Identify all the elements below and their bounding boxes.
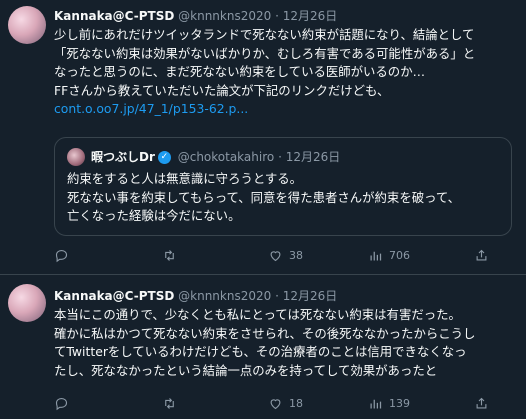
heart-icon [270,399,281,410]
tweet-text-line: てTwitterをしているわけだけども、その治療者のことは信用できなくなっ [54,344,467,359]
avatar[interactable] [8,6,46,44]
quote-text: 約束をすると人は無意識に守ろうとする。 死なない事を約束してもらって、同意を得た… [67,170,460,226]
quote-text-line: 約束をすると人は無意識に守ろうとする。 [67,171,303,186]
action-bar: 38 706 [54,248,520,268]
quote-header: 暇つぶしDr ✓ @chokotakahiro · 12月26日 [91,148,340,165]
like-button[interactable]: 18 [268,396,303,411]
share-button[interactable] [474,396,489,411]
tweet-text-line: なったと思うのに、まだ死なない約束をしている医師がいるのか… [54,64,425,79]
tweet-date[interactable]: 12月26日 [283,289,338,303]
tweet-text-line: FFさんから教えていただいた論文が下記のリンクだけども、 [54,82,390,98]
tweet-text-line: 確かに私はかつて死なない約束をさせられ、その後死ななかったからこうし [54,325,476,341]
tweet-text-line: 「死なない約束は効果がないばかりか、むしろ有害である可能性がある」と [54,45,476,61]
reply-icon [55,397,68,411]
tweet-text-line: 少し前にあれだけツイッタランドで死なない約束が話題になり、結論として [54,27,475,42]
reply-button[interactable] [54,396,75,411]
reply-icon [55,249,68,263]
avatar[interactable] [8,284,46,322]
quote-text-line: 亡くなった経験は今だにない。 [67,208,241,223]
tweet-link[interactable]: cont.o.oo7.jp/47_1/p153-62.p... [54,100,520,119]
view-count: 706 [389,249,410,262]
tweet-text-line: 本当にこの通りで、少なくとも私にとっては死なない約束は有害だった。 [54,307,461,322]
retweet-icon [165,398,174,409]
quoted-tweet[interactable]: 暇つぶしDr ✓ @chokotakahiro · 12月26日 約束をすると人は… [54,137,512,236]
retweet-button[interactable] [162,248,183,263]
separator-dot: · [275,9,279,23]
tweet-text-line: たし、死ななかったという結論一点のみを持ってして効果があったと [54,362,438,378]
views-chart-icon [370,399,382,409]
like-button[interactable]: 38 [268,248,303,263]
separator-dot: · [278,150,282,164]
share-icon [476,249,487,261]
share-button[interactable] [474,248,489,263]
views-button[interactable]: 139 [368,396,410,411]
share-icon [476,397,487,409]
tweet-2[interactable]: Kannaka@C-PTSD @knnnkns2020 · 12月26日 本当に… [0,275,526,419]
author-handle[interactable]: @knnnkns2020 [178,289,271,303]
heart-icon [270,251,281,262]
like-count: 18 [289,397,303,410]
reply-button[interactable] [54,248,75,263]
retweet-icon [165,250,174,261]
views-chart-icon [370,251,382,261]
like-count: 38 [289,249,303,262]
quote-avatar[interactable] [67,148,85,166]
view-count: 139 [389,397,410,410]
retweet-button[interactable] [162,396,183,411]
verified-badge-icon: ✓ [157,151,171,164]
views-button[interactable]: 706 [368,248,410,263]
author-handle[interactable]: @knnnkns2020 [178,9,271,23]
tweet-text: 本当にこの通りで、少なくとも私にとっては死なない約束は有害だった。 確かに私はか… [54,306,520,380]
author-name[interactable]: Kannaka@C-PTSD [54,9,174,23]
tweet-header: Kannaka@C-PTSD @knnnkns2020 · 12月26日 [54,287,337,304]
tweet-header: Kannaka@C-PTSD @knnnkns2020 · 12月26日 [54,7,337,24]
tweet-date[interactable]: 12月26日 [283,9,338,23]
author-name[interactable]: Kannaka@C-PTSD [54,289,174,303]
action-bar: 18 139 [54,396,520,416]
tweet-1[interactable]: Kannaka@C-PTSD @knnnkns2020 · 12月26日 少し前… [0,0,526,272]
quote-author-name: 暇つぶしDr [91,150,155,164]
separator-dot: · [275,289,279,303]
quote-date: 12月26日 [285,150,341,164]
quote-author-handle: @chokotakahiro [177,150,275,164]
quote-text-line: 死なない事を約束してもらって、同意を得た患者さんが約束を破って、 [67,189,461,205]
tweet-text: 少し前にあれだけツイッタランドで死なない約束が話題になり、結論として 「死なない… [54,26,520,119]
